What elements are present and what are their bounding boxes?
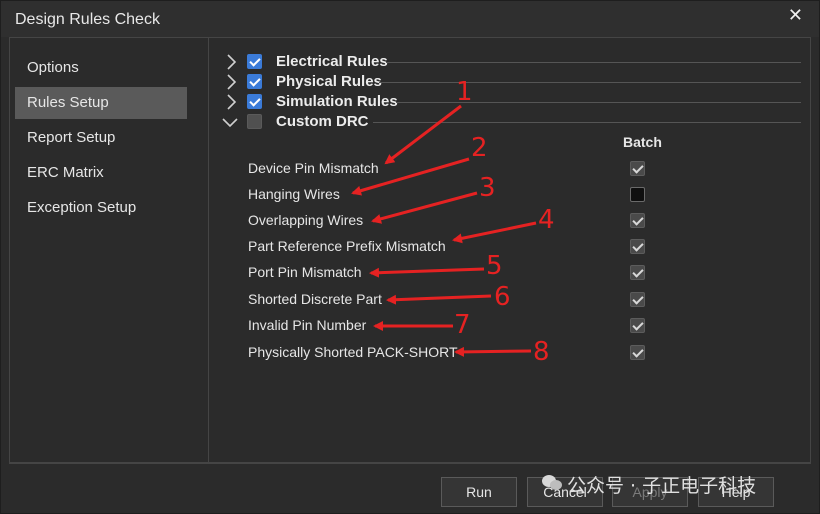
category-custom-drc: Custom DRC (221, 112, 811, 132)
watermark: 公众号 · 子正电子科技 (567, 475, 757, 497)
sidebar-item-options[interactable]: Options (15, 52, 187, 84)
window-title: Design Rules Check (15, 11, 160, 28)
batch-checkbox-physically-shorted-pack-short[interactable] (630, 345, 645, 360)
annotation-number-3: 3 (479, 173, 496, 203)
rule-device-pin-mismatch: Device Pin Mismatch (248, 160, 379, 176)
sidebar-item-erc-matrix[interactable]: ERC Matrix (15, 157, 187, 189)
category-electrical-rules: Electrical Rules (221, 52, 811, 72)
physical-rules-checkbox[interactable] (247, 74, 262, 89)
footer-divider (9, 463, 811, 464)
category-physical-rules: Physical Rules (221, 72, 811, 92)
annotation-number-1: 1 (456, 77, 473, 107)
rule-hanging-wires: Hanging Wires (248, 186, 340, 202)
batch-checkbox-device-pin-mismatch[interactable] (630, 161, 645, 176)
rule-port-pin-mismatch: Port Pin Mismatch (248, 264, 362, 280)
annotation-number-6: 6 (494, 282, 511, 312)
chevron-right-icon[interactable] (221, 52, 241, 72)
batch-checkbox-shorted-discrete-part[interactable] (630, 292, 645, 307)
category-label: Custom DRC (276, 113, 369, 130)
close-icon[interactable]: ✕ (788, 5, 803, 26)
annotation-number-8: 8 (533, 337, 550, 367)
custom-drc-checkbox[interactable] (247, 114, 262, 129)
rule-overlapping-wires: Overlapping Wires (248, 212, 364, 228)
divider (373, 122, 801, 123)
simulation-rules-checkbox[interactable] (247, 94, 262, 109)
batch-checkbox-port-pin-mismatch[interactable] (630, 265, 645, 280)
category-simulation-rules: Simulation Rules (221, 92, 811, 112)
batch-column-header: Batch (623, 134, 662, 150)
annotation-number-5: 5 (486, 251, 503, 281)
rule-shorted-discrete-part: Shorted Discrete Part (248, 291, 382, 307)
sidebar-item-report-setup[interactable]: Report Setup (15, 122, 187, 154)
category-label: Physical Rules (276, 73, 382, 90)
electrical-rules-checkbox[interactable] (247, 54, 262, 69)
divider (386, 62, 801, 63)
batch-checkbox-overlapping-wires[interactable] (630, 213, 645, 228)
batch-checkbox-hanging-wires[interactable] (630, 187, 645, 202)
annotation-number-2: 2 (471, 133, 488, 163)
category-label: Simulation Rules (276, 93, 398, 110)
design-rules-check-dialog: Design Rules Check ✕ Options Rules Setup… (0, 0, 820, 514)
rule-invalid-pin-number: Invalid Pin Number (248, 317, 367, 333)
chevron-right-icon[interactable] (221, 92, 241, 112)
chevron-right-icon[interactable] (221, 72, 241, 92)
annotation-number-4: 4 (538, 205, 555, 235)
sidebar-item-rules-setup[interactable]: Rules Setup (15, 87, 187, 119)
sidebar-item-exception-setup[interactable]: Exception Setup (15, 192, 187, 224)
title-bar: Design Rules Check ✕ (1, 1, 819, 37)
rule-part-reference-prefix-mismatch: Part Reference Prefix Mismatch (248, 238, 446, 254)
divider (379, 82, 801, 83)
chevron-down-icon[interactable] (221, 112, 241, 132)
wechat-icon (542, 475, 562, 490)
batch-checkbox-part-reference-prefix-mismatch[interactable] (630, 239, 645, 254)
run-button[interactable]: Run (441, 477, 517, 507)
annotation-number-7: 7 (454, 310, 471, 340)
batch-checkbox-invalid-pin-number[interactable] (630, 318, 645, 333)
category-label: Electrical Rules (276, 53, 388, 70)
rule-physically-shorted-pack-short: Physically Shorted PACK-SHORT (248, 344, 458, 360)
